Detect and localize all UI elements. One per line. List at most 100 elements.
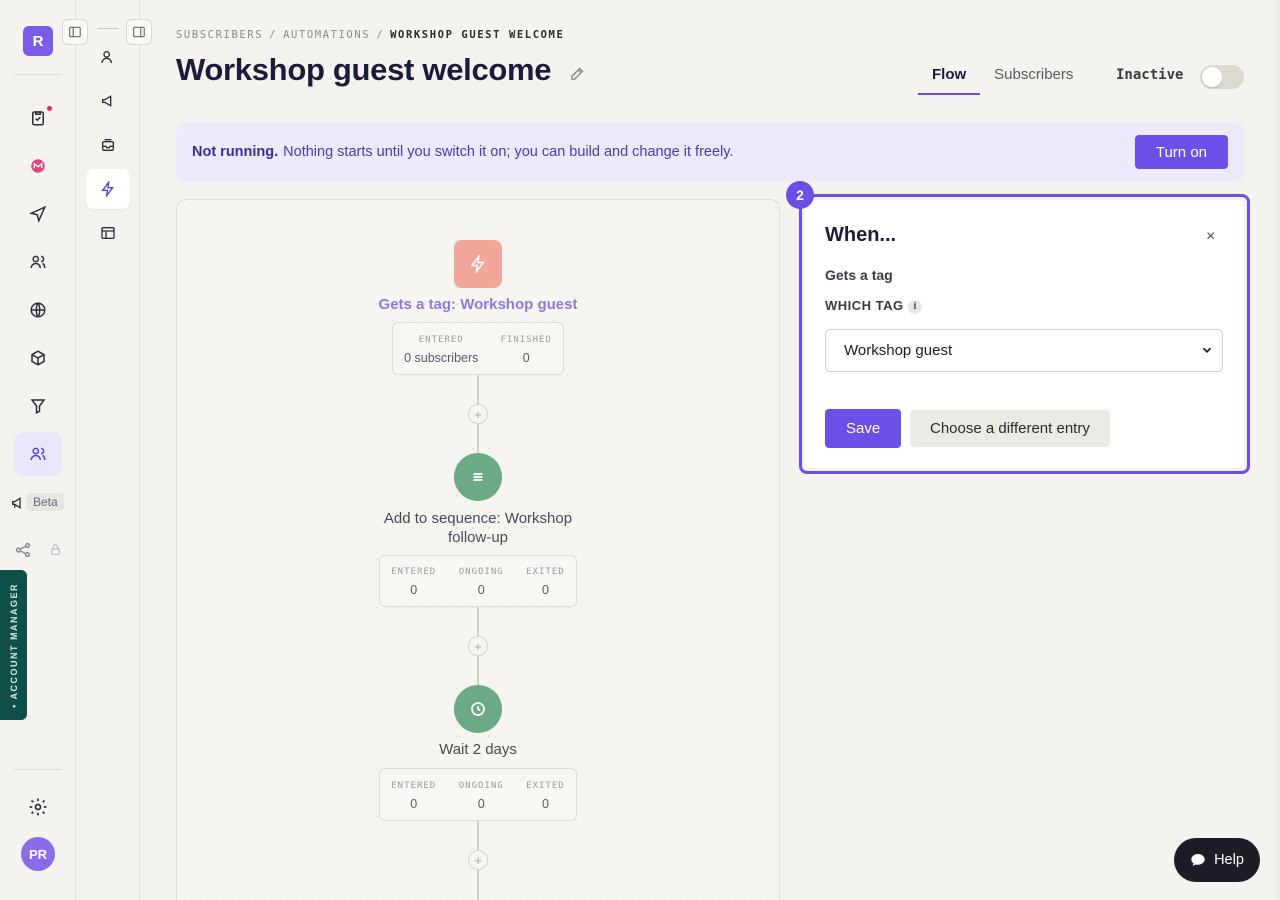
stat: FINISHED 0	[501, 335, 552, 365]
breadcrumb-subscribers[interactable]: SUBSCRIBERS	[176, 29, 263, 41]
save-button[interactable]: Save	[825, 409, 902, 448]
sequence-node-icon[interactable]	[454, 453, 502, 501]
divider	[14, 769, 62, 770]
stat-value: 0	[477, 796, 485, 811]
add-step-button[interactable]: +	[468, 850, 488, 870]
connector	[477, 656, 479, 686]
connector	[477, 821, 479, 851]
add-step-button[interactable]: +	[468, 636, 488, 656]
choose-different-entry-button[interactable]: Choose a different entry	[910, 410, 1110, 447]
stat-key: ONGOING	[458, 780, 504, 791]
trigger-settings-panel: When... × Gets a tag WHICH TAG i Worksho…	[805, 200, 1244, 468]
gear-icon[interactable]	[28, 797, 48, 817]
stat: ENTERED 0	[391, 567, 436, 597]
automation-icon[interactable]	[86, 169, 130, 209]
stat-key: EXITED	[526, 780, 565, 791]
inbox-icon[interactable]	[86, 125, 130, 165]
collapse-sidebar-icon[interactable]	[62, 19, 88, 45]
stat-key: ENTERED	[418, 334, 464, 345]
users-icon[interactable]	[24, 248, 52, 276]
step-badge: 2	[786, 181, 814, 209]
edit-icon[interactable]	[569, 65, 586, 82]
trigger-node-icon[interactable]	[454, 240, 502, 288]
broadcast-icon[interactable]	[86, 81, 130, 121]
layout-icon[interactable]	[86, 213, 130, 253]
trigger-label[interactable]: Gets a tag: Workshop guest	[358, 296, 598, 313]
page-title: Workshop guest welcome	[176, 52, 552, 87]
stat-key: ENTERED	[391, 780, 437, 791]
main-sidebar: R Beta • ACCOUNT MANAGER PR	[0, 0, 76, 900]
audience-icon[interactable]	[14, 432, 62, 476]
stat-key: EXITED	[526, 567, 565, 577]
tab-flow[interactable]: Flow	[918, 60, 981, 95]
filter-icon[interactable]	[24, 392, 52, 420]
connector	[477, 375, 479, 405]
stat: ENTERED 0	[391, 781, 436, 811]
megaphone-icon[interactable]	[10, 495, 26, 511]
stat-key: ENTERED	[391, 567, 437, 577]
connector	[477, 424, 479, 454]
panel-title: When...	[825, 224, 897, 246]
tag-select[interactable]: Workshop guest	[825, 329, 1223, 372]
which-tag-label: WHICH TAG	[825, 298, 904, 313]
add-step-button[interactable]: +	[468, 404, 488, 424]
connector	[477, 870, 479, 900]
status-banner: Not running. Nothing starts until you sw…	[176, 123, 1244, 181]
banner-strong: Not running.	[192, 144, 279, 160]
gmail-icon[interactable]	[24, 152, 52, 180]
breadcrumb-separator: /	[269, 29, 278, 41]
info-icon[interactable]: i	[908, 300, 922, 314]
breadcrumb-separator: /	[376, 29, 385, 41]
chevron-down-icon	[1202, 347, 1212, 353]
toggle-knob	[1202, 67, 1222, 87]
stat-value: 0	[410, 796, 418, 811]
breadcrumb-automations[interactable]: AUTOMATIONS	[283, 29, 370, 41]
help-label: Help	[1214, 852, 1244, 868]
notification-dot	[47, 106, 52, 111]
expand-panel-icon[interactable]	[126, 19, 152, 45]
turn-on-button[interactable]: Turn on	[1134, 135, 1228, 169]
panel-subtitle: Gets a tag	[825, 267, 893, 283]
stat: ENTERED 0 subscribers	[404, 335, 478, 365]
wait-label[interactable]: Wait 2 days	[398, 741, 558, 758]
connector	[477, 607, 479, 637]
active-toggle[interactable]	[1200, 65, 1244, 89]
stat: EXITED 0	[526, 781, 565, 811]
divider	[14, 74, 62, 75]
sequence-label[interactable]: Add to sequence: Workshop follow-up	[373, 509, 583, 547]
sequence-stats: ENTERED 0 ONGOING 0 EXITED 0	[379, 555, 577, 607]
globe-icon[interactable]	[24, 296, 52, 324]
stat-value: 0	[541, 796, 549, 811]
tab-subscribers[interactable]: Subscribers	[980, 60, 1087, 95]
stat: ONGOING 0	[459, 567, 504, 597]
wait-node-icon[interactable]	[454, 685, 502, 733]
stat-key: ONGOING	[458, 567, 504, 577]
divider	[98, 28, 118, 29]
help-button[interactable]: Help	[1174, 838, 1260, 882]
beta-badge: Beta	[27, 493, 64, 511]
checklist-icon[interactable]	[24, 104, 52, 132]
share-icon[interactable]	[14, 541, 32, 559]
stat: EXITED 0	[526, 567, 565, 597]
account-manager-tab[interactable]: • ACCOUNT MANAGER	[0, 570, 27, 720]
stat-value: 0	[522, 350, 530, 365]
avatar[interactable]: PR	[21, 837, 55, 871]
account-manager-label: • ACCOUNT MANAGER	[8, 582, 19, 708]
stat-key: FINISHED	[500, 334, 552, 345]
stat-value: 0	[477, 583, 485, 597]
automation-sidebar	[62, 0, 152, 900]
banner-text: Nothing starts until you switch it on; y…	[283, 144, 734, 160]
box-icon[interactable]	[24, 344, 52, 372]
send-icon[interactable]	[24, 200, 52, 228]
page-edge-shadow	[1270, 0, 1280, 900]
lock-icon	[51, 544, 60, 555]
stat-value: 0	[410, 583, 418, 597]
wait-stats: ENTERED 0 ONGOING 0 EXITED 0	[379, 768, 577, 821]
close-icon[interactable]: ×	[1206, 228, 1215, 246]
trigger-stats: ENTERED 0 subscribers FINISHED 0	[392, 322, 564, 375]
subscriber-icon[interactable]	[86, 37, 130, 77]
status-label: Inactive	[1116, 67, 1184, 83]
app-logo[interactable]: R	[23, 26, 53, 56]
stat-value: 0	[541, 583, 549, 597]
stat-value: 0 subscribers	[404, 350, 479, 365]
